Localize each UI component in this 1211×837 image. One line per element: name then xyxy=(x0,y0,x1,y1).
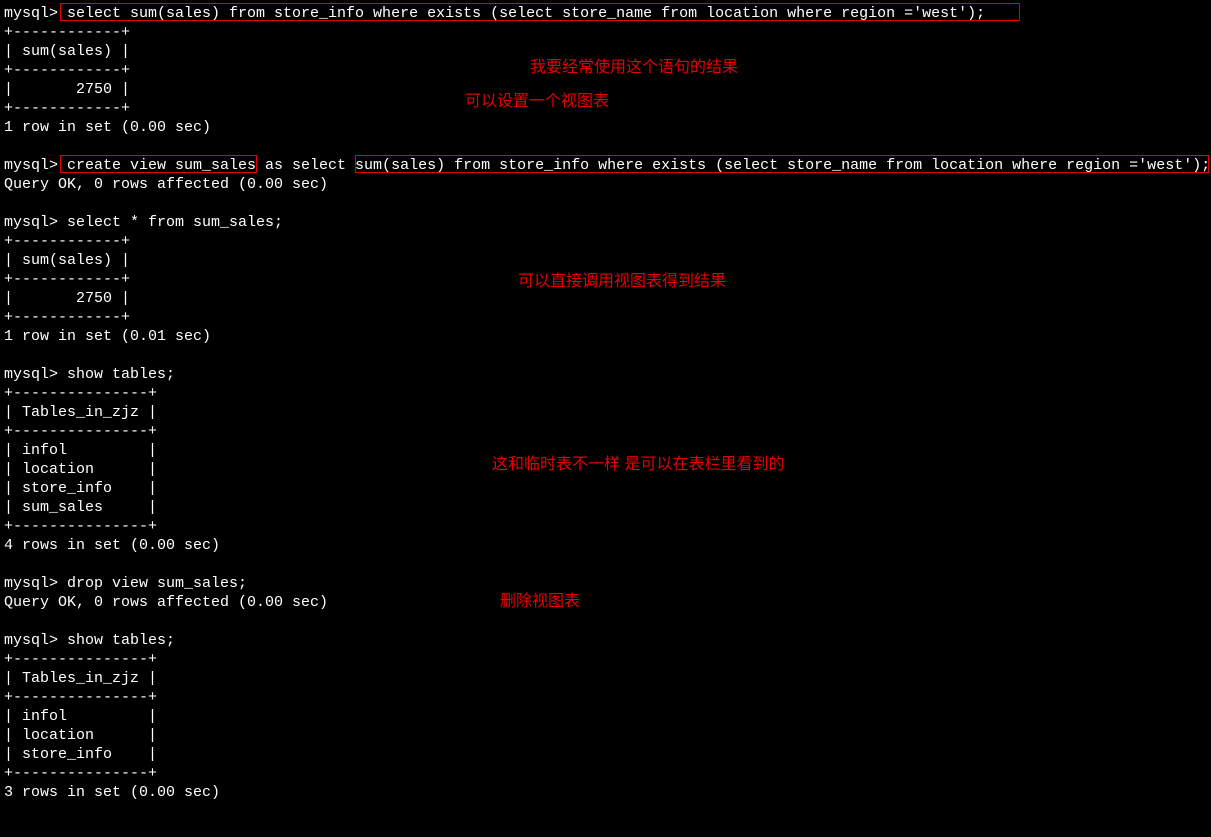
terminal-line: mysql> drop view sum_sales; xyxy=(4,575,247,592)
terminal-line: | sum_sales | xyxy=(4,499,157,516)
terminal-line: | 2750 | xyxy=(4,290,130,307)
terminal-line: mysql> select sum(sales) from store_info… xyxy=(4,5,985,22)
terminal-line: | Tables_in_zjz | xyxy=(4,670,157,687)
terminal-line: mysql> select * from sum_sales; xyxy=(4,214,283,231)
terminal-line: | infol | xyxy=(4,708,157,725)
annotation-drop-view: 删除视图表 xyxy=(500,592,580,611)
annotation-frequent-use: 我要经常使用这个语句的结果 xyxy=(530,58,738,77)
terminal-line: | store_info | xyxy=(4,480,157,497)
terminal-line: 3 rows in set (0.00 sec) xyxy=(4,784,220,801)
terminal-line: | infol | xyxy=(4,442,157,459)
terminal-line: +------------+ xyxy=(4,309,130,326)
terminal-line: Query OK, 0 rows affected (0.00 sec) xyxy=(4,176,328,193)
terminal-line: | sum(sales) | xyxy=(4,252,130,269)
terminal-line: 4 rows in set (0.00 sec) xyxy=(4,537,220,554)
terminal-line: +---------------+ xyxy=(4,518,157,535)
terminal-line: | 2750 | xyxy=(4,81,130,98)
terminal-line: | store_info | xyxy=(4,746,157,763)
terminal-line: mysql> show tables; xyxy=(4,632,175,649)
terminal-line: | Tables_in_zjz | xyxy=(4,404,157,421)
terminal-line: +---------------+ xyxy=(4,385,157,402)
terminal-line: +---------------+ xyxy=(4,651,157,668)
terminal-line: 1 row in set (0.00 sec) xyxy=(4,119,211,136)
terminal-line: Query OK, 0 rows affected (0.00 sec) xyxy=(4,594,328,611)
annotation-call-view: 可以直接调用视图表得到结果 xyxy=(518,272,726,291)
terminal-line: +------------+ xyxy=(4,233,130,250)
terminal-line: +------------+ xyxy=(4,271,130,288)
annotation-not-temp-table: 这和临时表不一样 是可以在表栏里看到的 xyxy=(492,455,784,474)
terminal-line: | location | xyxy=(4,461,157,478)
terminal-line: +---------------+ xyxy=(4,689,157,706)
terminal-line: mysql> show tables; xyxy=(4,366,175,383)
terminal-line: +---------------+ xyxy=(4,423,157,440)
annotation-set-view: 可以设置一个视图表 xyxy=(465,92,609,111)
terminal-line: | location | xyxy=(4,727,157,744)
terminal-line: mysql> create view sum_sales as select s… xyxy=(4,157,1210,174)
terminal-line: +---------------+ xyxy=(4,765,157,782)
terminal-line: +------------+ xyxy=(4,24,130,41)
terminal-output[interactable]: mysql> select sum(sales) from store_info… xyxy=(4,4,1207,802)
terminal-line: | sum(sales) | xyxy=(4,43,130,60)
terminal-line: +------------+ xyxy=(4,100,130,117)
terminal-line: +------------+ xyxy=(4,62,130,79)
terminal-line: 1 row in set (0.01 sec) xyxy=(4,328,211,345)
